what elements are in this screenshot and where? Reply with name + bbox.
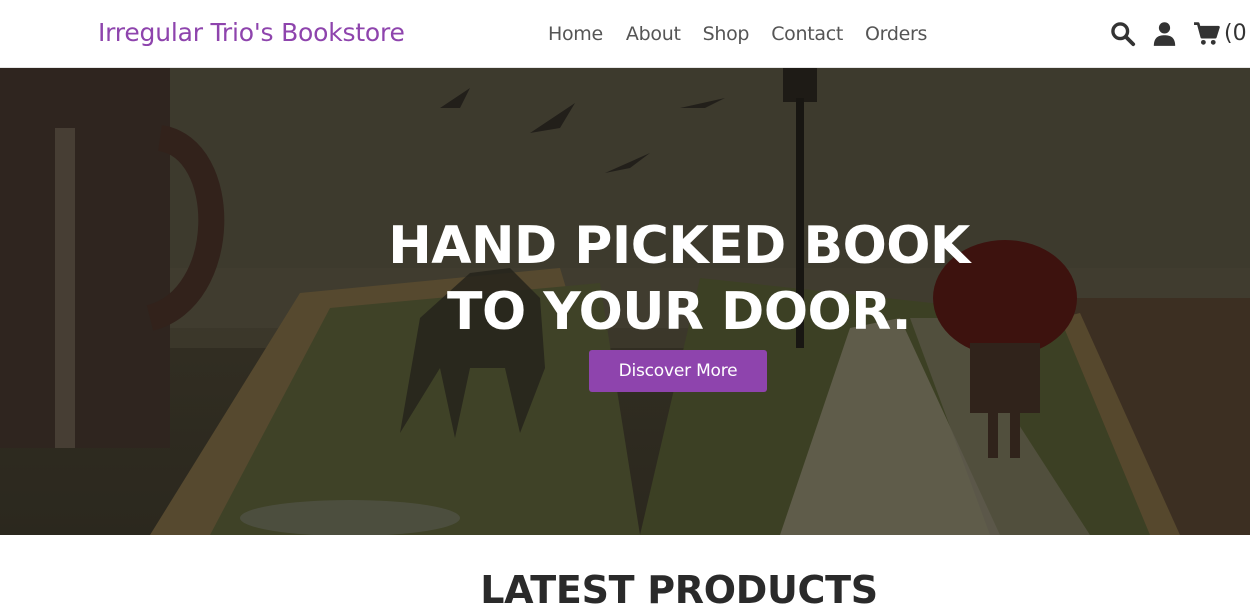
main-nav: Home About Shop Contact Orders [548,23,927,45]
nav-link-contact[interactable]: Contact [771,23,843,45]
nav-link-about[interactable]: About [626,23,681,45]
hero-title-line-1: HAND PICKED BOOK [388,216,970,276]
cart-count: (0 [1224,21,1247,46]
header-icons: (0 [1109,20,1247,47]
hero-title-line-2: TO YOUR DOOR. [447,282,912,342]
hero-title: HAND PICKED BOOK TO YOUR DOOR. [0,213,1250,345]
cart-button[interactable]: (0 [1193,20,1247,47]
user-icon[interactable] [1151,20,1178,47]
cart-icon [1193,20,1220,47]
discover-more-button[interactable]: Discover More [589,350,767,392]
nav-link-home[interactable]: Home [548,23,603,45]
nav-link-shop[interactable]: Shop [703,23,750,45]
latest-products-heading: LATEST PRODUCTS [480,568,878,612]
brand-logo-link[interactable]: Irregular Trio's Bookstore [98,18,405,47]
hero-banner: HAND PICKED BOOK TO YOUR DOOR. Discover … [0,68,1250,535]
search-icon[interactable] [1109,20,1136,47]
site-header: Irregular Trio's Bookstore Home About Sh… [0,0,1250,68]
nav-link-orders[interactable]: Orders [865,23,927,45]
